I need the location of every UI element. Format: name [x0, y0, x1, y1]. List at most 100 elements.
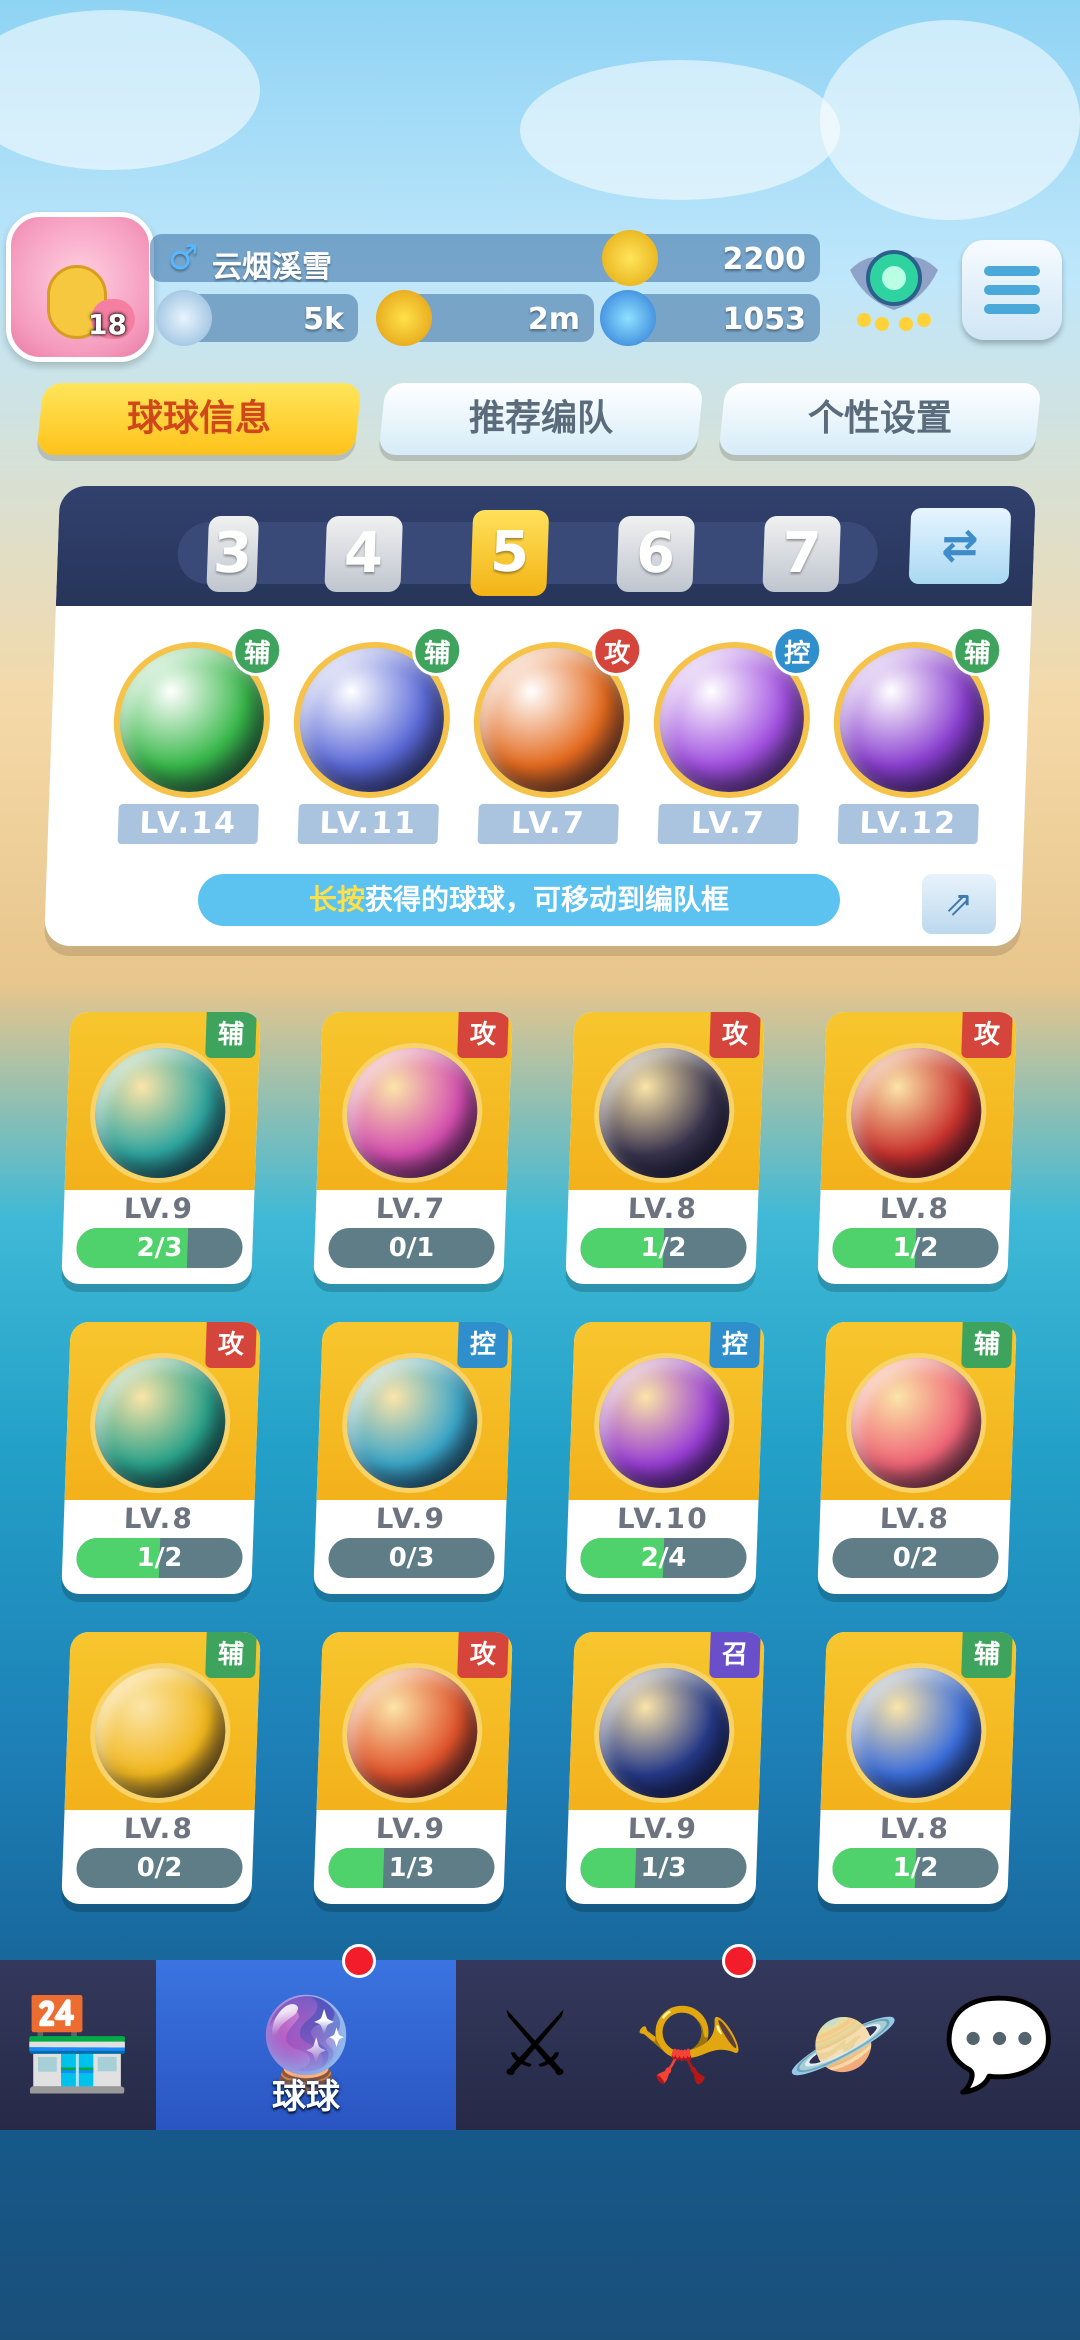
- role-tag: 攻: [591, 626, 644, 676]
- team-slot-5[interactable]: 5: [470, 510, 550, 596]
- role-tag: 控: [771, 626, 824, 676]
- card-progress: 1/2: [75, 1538, 244, 1578]
- ball-card[interactable]: 辅 LV.8 1/2: [817, 1632, 1017, 1904]
- card-level: LV.8: [627, 1192, 699, 1225]
- role-tag: 辅: [961, 1322, 1013, 1368]
- nav-planet[interactable]: 🪐: [766, 1960, 920, 2130]
- team-slot-4[interactable]: 4: [324, 516, 403, 592]
- hint-highlight: 长按: [308, 883, 365, 916]
- team-slot-7[interactable]: 7: [762, 516, 841, 592]
- nav-chat-heart[interactable]: 💬: [922, 1960, 1076, 2130]
- nav-balls[interactable]: 🔮 球球: [156, 1960, 456, 2130]
- role-tag: 控: [457, 1322, 509, 1368]
- ball-card[interactable]: 攻 LV.8 1/2: [565, 1012, 765, 1284]
- coin-bar[interactable]: 2m: [376, 290, 594, 346]
- tab-ball-info[interactable]: 球球信息: [36, 383, 362, 455]
- trophy-count: 2200: [722, 242, 807, 277]
- notification-dot: [722, 1944, 756, 1978]
- role-tag: 辅: [961, 1632, 1013, 1678]
- card-progress: 0/2: [75, 1848, 244, 1888]
- cloud-decoration: [520, 60, 840, 200]
- planet-icon: 🪐: [786, 1992, 900, 2097]
- role-tag: 辅: [411, 626, 464, 676]
- tab-recommended-team[interactable]: 推荐编队: [378, 383, 704, 455]
- progress-text: 1/2: [640, 1233, 687, 1263]
- card-progress: 2/3: [75, 1228, 244, 1268]
- player-name: 云烟溪雪: [212, 250, 332, 285]
- diamond-add-icon[interactable]: [600, 290, 656, 346]
- progress-text: 1/3: [640, 1853, 687, 1883]
- progress-text: 2/4: [640, 1543, 687, 1573]
- card-progress: 0/2: [831, 1538, 1000, 1578]
- team-slot-6[interactable]: 6: [616, 516, 695, 592]
- card-level: LV.8: [879, 1192, 951, 1225]
- tab-label: 推荐编队: [468, 398, 613, 439]
- player-avatar[interactable]: [6, 212, 154, 362]
- nav-whistle[interactable]: 📯: [612, 1960, 766, 2130]
- player-name-bar: ♂ 云烟溪雪 2200: [150, 230, 820, 286]
- energy-value: 5k: [303, 302, 344, 337]
- tab-personal-settings[interactable]: 个性设置: [718, 383, 1042, 455]
- rank-emblem-icon[interactable]: [840, 230, 948, 338]
- progress-text: 1/2: [892, 1853, 939, 1883]
- role-tag: 辅: [205, 1012, 257, 1058]
- nav-shop[interactable]: 🏪: [0, 1960, 154, 2130]
- notification-dot: [342, 1944, 376, 1978]
- chat-heart-icon: 💬: [942, 1992, 1056, 2097]
- tab-label: 个性设置: [807, 398, 952, 439]
- diamond-bar[interactable]: 1053: [600, 290, 820, 346]
- nav-battle-swords[interactable]: ⚔: [458, 1960, 612, 2130]
- card-level: LV.8: [879, 1502, 951, 1535]
- whistle-icon: 📯: [632, 1992, 746, 2097]
- ball-card[interactable]: 攻 LV.8 1/2: [817, 1012, 1017, 1284]
- ball-card[interactable]: 攻 LV.8 1/2: [61, 1322, 261, 1594]
- card-level: LV.9: [627, 1812, 699, 1845]
- cloud-decoration: [820, 20, 1080, 220]
- progress-text: 0/2: [892, 1543, 939, 1573]
- menu-button[interactable]: [962, 240, 1062, 340]
- team-ball-level: LV.14: [117, 804, 259, 844]
- battle-swords-icon: ⚔: [494, 1992, 576, 2097]
- cloud-decoration: [0, 10, 260, 170]
- ball-card[interactable]: 辅 LV.9 2/3: [61, 1012, 261, 1284]
- ball-card[interactable]: 攻 LV.9 1/3: [313, 1632, 513, 1904]
- share-icon[interactable]: ⇗: [922, 874, 996, 934]
- card-progress: 1/2: [831, 1848, 1000, 1888]
- long-press-hint: 长按获得的球球，可移动到编队框: [198, 874, 840, 926]
- ball-card[interactable]: 控 LV.10 2/4: [565, 1322, 765, 1594]
- energy-bar[interactable]: 5k: [156, 290, 358, 346]
- coin-add-icon[interactable]: [376, 290, 432, 346]
- progress-text: 0/3: [388, 1543, 435, 1573]
- team-slot-3[interactable]: 3: [206, 516, 259, 592]
- nav-label: 球球: [272, 2077, 340, 2117]
- shop-icon: 🏪: [20, 1992, 134, 2097]
- role-tag: 攻: [457, 1632, 509, 1678]
- team-slot-header: 3 4 5 6 7 ⇄: [55, 486, 1037, 606]
- ball-card[interactable]: 辅 LV.8 0/2: [817, 1322, 1017, 1594]
- swap-icon[interactable]: ⇄: [908, 508, 1012, 584]
- ball-card[interactable]: 攻 LV.7 0/1: [313, 1012, 513, 1284]
- card-progress: 1/2: [579, 1228, 748, 1268]
- progress-text: 1/2: [892, 1233, 939, 1263]
- team-ball-level: LV.7: [477, 804, 619, 844]
- role-tag: 攻: [709, 1012, 761, 1058]
- card-level: LV.9: [375, 1812, 447, 1845]
- ball-card[interactable]: 召 LV.9 1/3: [565, 1632, 765, 1904]
- card-level: LV.10: [616, 1502, 710, 1535]
- card-level: LV.8: [123, 1812, 195, 1845]
- progress-text: 2/3: [136, 1233, 183, 1263]
- card-progress: 1/2: [831, 1228, 1000, 1268]
- role-tag: 控: [709, 1322, 761, 1368]
- male-icon: ♂: [168, 238, 199, 278]
- energy-add-icon[interactable]: [156, 290, 212, 346]
- card-level: LV.8: [879, 1812, 951, 1845]
- ball-card[interactable]: 辅 LV.8 0/2: [61, 1632, 261, 1904]
- progress-text: 0/2: [136, 1853, 183, 1883]
- progress-text: 1/3: [388, 1853, 435, 1883]
- ball-card[interactable]: 控 LV.9 0/3: [313, 1322, 513, 1594]
- player-level-badge: 18: [88, 308, 127, 341]
- role-tag: 辅: [231, 626, 284, 676]
- card-progress: 1/3: [579, 1848, 748, 1888]
- diamond-value: 1053: [722, 302, 807, 337]
- role-tag: 辅: [951, 626, 1004, 676]
